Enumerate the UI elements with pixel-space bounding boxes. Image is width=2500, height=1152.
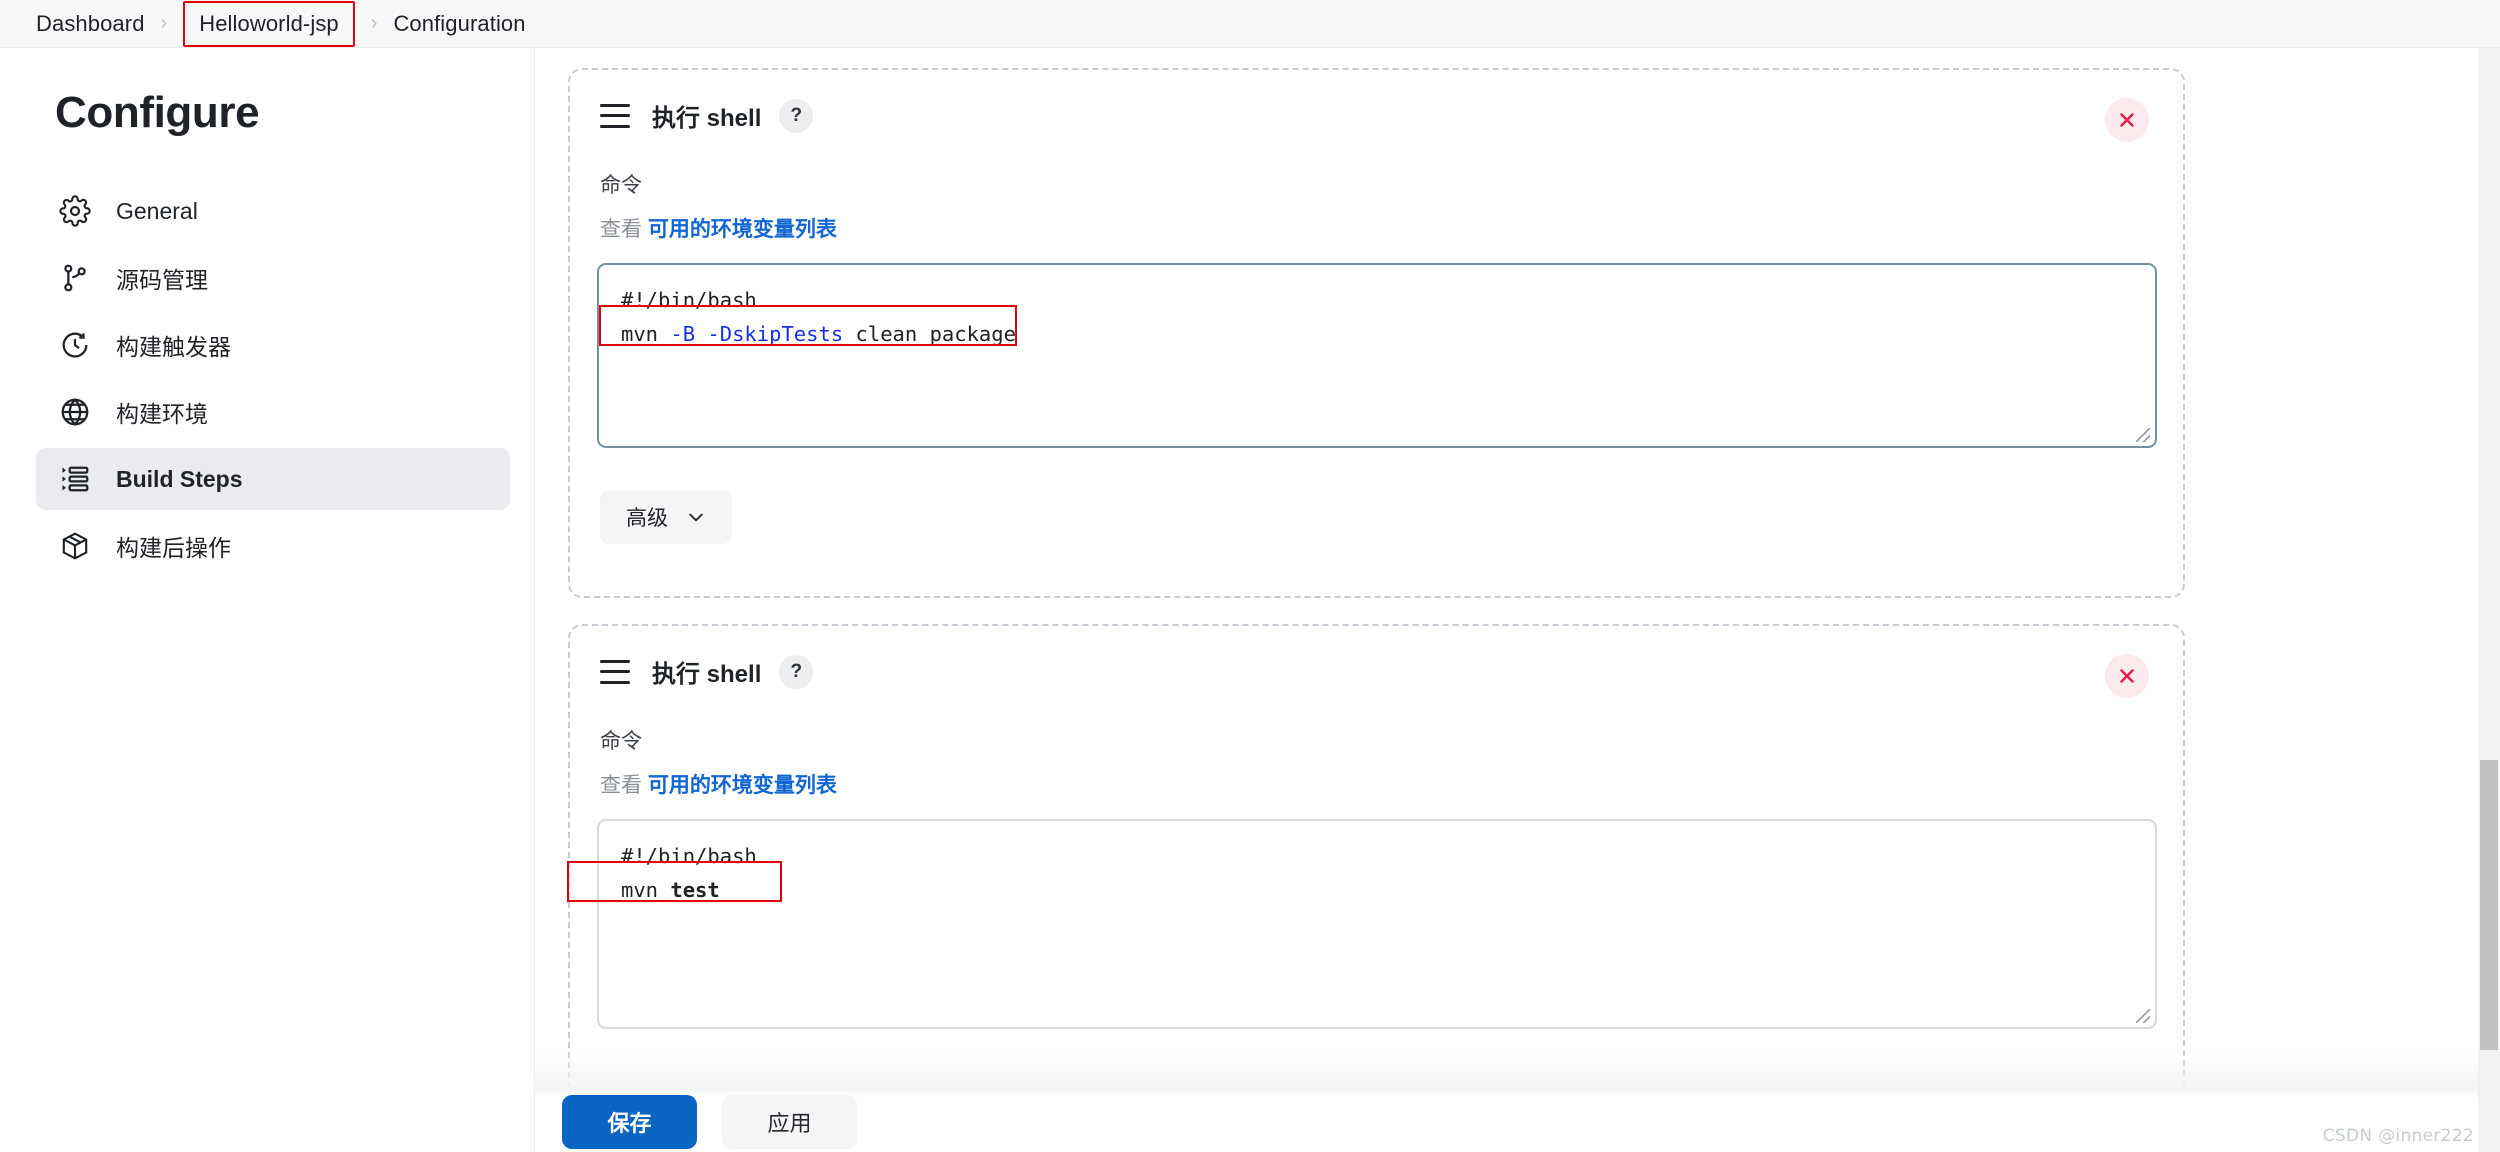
sidebar-item-label: 源码管理 xyxy=(116,267,208,293)
env-hint-prefix: 查看 xyxy=(600,218,642,241)
build-step-header: 执行 shell ? xyxy=(600,98,2183,133)
help-icon[interactable]: ? xyxy=(779,654,814,689)
page-scrollbar-track[interactable] xyxy=(2478,48,2500,1152)
command-editor-wrap: #!/bin/bash mvn test xyxy=(567,819,2183,1029)
code-line-2: mvn test xyxy=(621,873,2133,907)
remove-build-step-button[interactable] xyxy=(2105,98,2149,142)
code-token-flags: -B -DskipTests xyxy=(670,322,844,346)
sidebar-item-source-control[interactable]: 源码管理 xyxy=(36,247,510,309)
env-hint-prefix: 查看 xyxy=(600,774,642,797)
close-icon xyxy=(2116,109,2138,131)
build-step-panel: 执行 shell ? 命令 查看 可用的环境变量列表 #!/bin/bash m… xyxy=(567,624,2185,1097)
sidebar: Configure General 源码管理 构建触发器 构建环境 Build … xyxy=(0,48,535,1152)
close-icon xyxy=(2116,665,2138,687)
sidebar-item-label: 构建触发器 xyxy=(116,334,231,360)
apply-button[interactable]: 应用 xyxy=(722,1094,857,1149)
remove-build-step-button[interactable] xyxy=(2105,654,2149,698)
gear-icon xyxy=(58,194,92,228)
list-steps-icon xyxy=(58,462,92,496)
code-token-plain: mvn xyxy=(621,878,671,902)
save-button[interactable]: 保存 xyxy=(562,1094,697,1149)
drag-handle-icon[interactable] xyxy=(600,103,630,128)
sidebar-item-label: 构建后操作 xyxy=(116,535,231,561)
code-line-1: #!/bin/bash xyxy=(621,844,757,868)
breadcrumb-item-configuration[interactable]: Configuration xyxy=(391,8,527,40)
page-scrollbar-thumb[interactable] xyxy=(2480,760,2498,1050)
breadcrumb-separator-1: › xyxy=(160,12,168,34)
code-token-goal: test xyxy=(670,878,720,902)
env-variables-hint: 查看 可用的环境变量列表 xyxy=(600,769,2183,799)
build-step-title: 执行 shell xyxy=(652,105,762,132)
sidebar-item-build-environment[interactable]: 构建环境 xyxy=(36,381,510,443)
command-textarea[interactable]: #!/bin/bash mvn -B -DskipTests clean pac… xyxy=(597,263,2157,448)
help-icon[interactable]: ? xyxy=(779,98,814,133)
code-token-plain: mvn xyxy=(621,322,671,346)
build-steps-content: 执行 shell ? 命令 查看 可用的环境变量列表 #!/bin/bash m… xyxy=(535,48,2485,1097)
sidebar-item-build-triggers[interactable]: 构建触发器 xyxy=(36,314,510,376)
code-line-1: #!/bin/bash xyxy=(621,288,757,312)
jenkins-configure-page: Dashboard › Helloworld-jsp › Configurati… xyxy=(0,0,2500,1152)
env-variables-hint: 查看 可用的环境变量列表 xyxy=(600,213,2183,243)
textarea-resize-grip[interactable] xyxy=(2136,428,2150,442)
sidebar-item-post-build-actions[interactable]: 构建后操作 xyxy=(36,515,510,577)
globe-icon xyxy=(58,395,92,429)
command-label: 命令 xyxy=(600,174,642,197)
advanced-label: 高级 xyxy=(626,507,668,530)
form-actions: 保存 应用 xyxy=(535,1094,2500,1152)
code-line-2: mvn -B -DskipTests clean package xyxy=(621,317,2133,351)
clock-icon xyxy=(58,328,92,362)
breadcrumb-item-dashboard[interactable]: Dashboard xyxy=(34,8,147,40)
command-label: 命令 xyxy=(600,730,642,753)
page-title: Configure xyxy=(55,88,260,137)
content-fade-overlay xyxy=(535,1049,2500,1097)
build-step-panel: 执行 shell ? 命令 查看 可用的环境变量列表 #!/bin/bash m… xyxy=(568,68,2185,598)
sidebar-item-label: 构建环境 xyxy=(116,401,208,427)
build-step-title: 执行 shell xyxy=(652,661,762,688)
sidebar-item-label: General xyxy=(116,197,198,224)
sidebar-item-label: Build Steps xyxy=(116,465,243,492)
env-variables-link[interactable]: 可用的环境变量列表 xyxy=(648,774,837,797)
sidebar-item-general[interactable]: General xyxy=(36,180,510,242)
textarea-resize-grip[interactable] xyxy=(2136,1009,2150,1023)
package-icon xyxy=(58,529,92,563)
env-variables-link[interactable]: 可用的环境变量列表 xyxy=(648,218,837,241)
sidebar-nav: General 源码管理 构建触发器 构建环境 Build Steps 构建后操… xyxy=(0,180,534,577)
breadcrumb-item-job[interactable]: Helloworld-jsp xyxy=(183,0,355,47)
command-editor-wrap: #!/bin/bash mvn -B -DskipTests clean pac… xyxy=(597,263,2183,448)
drag-handle-icon[interactable] xyxy=(600,659,630,684)
advanced-button[interactable]: 高级 xyxy=(600,490,732,544)
watermark: CSDN @inner222 xyxy=(2322,1126,2474,1146)
breadcrumb-separator-2: › xyxy=(370,12,378,34)
breadcrumb: Dashboard › Helloworld-jsp › Configurati… xyxy=(0,0,2500,48)
build-step-header: 执行 shell ? xyxy=(600,654,2183,689)
code-token-goals: clean package xyxy=(843,322,1016,346)
sidebar-item-build-steps[interactable]: Build Steps xyxy=(36,448,510,510)
command-textarea[interactable]: #!/bin/bash mvn test xyxy=(597,819,2157,1029)
git-branch-icon xyxy=(58,261,92,295)
chevron-down-icon xyxy=(686,507,706,527)
